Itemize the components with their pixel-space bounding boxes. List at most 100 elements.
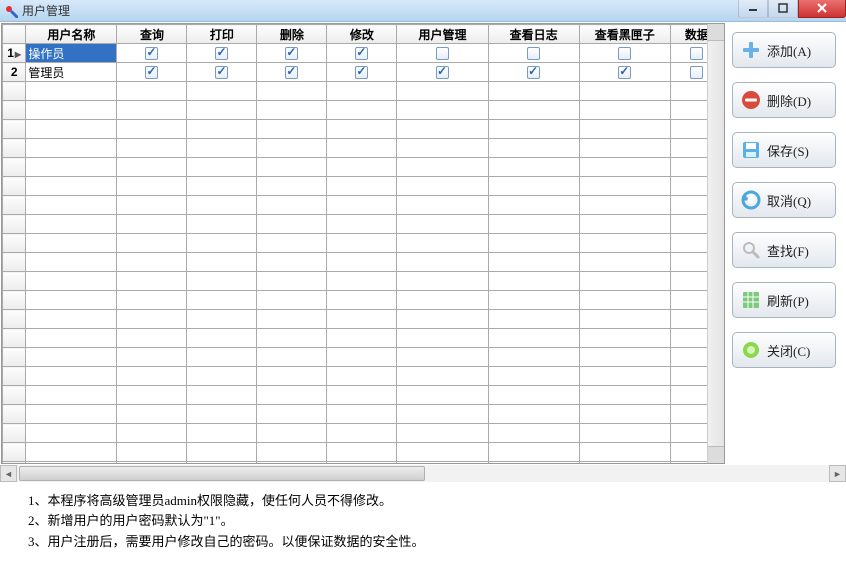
checkbox-icon[interactable]: [285, 66, 298, 79]
cell-check[interactable]: [257, 101, 327, 120]
cell-check[interactable]: [257, 63, 327, 82]
cell-check[interactable]: [488, 329, 579, 348]
table-row[interactable]: [3, 82, 724, 101]
refresh-button[interactable]: 刷新(P): [732, 282, 836, 318]
table-row[interactable]: [3, 462, 724, 463]
cell-username[interactable]: 管理员: [26, 63, 117, 82]
checkbox-icon[interactable]: [355, 66, 368, 79]
table-row[interactable]: [3, 120, 724, 139]
table-row[interactable]: [3, 215, 724, 234]
cell-check[interactable]: [257, 196, 327, 215]
cell-check[interactable]: [579, 215, 670, 234]
cell-check[interactable]: [397, 310, 488, 329]
cell-check[interactable]: [397, 462, 488, 463]
maximize-button[interactable]: [768, 0, 798, 18]
cell-check[interactable]: [397, 120, 488, 139]
cell-username[interactable]: [26, 348, 117, 367]
cell-check[interactable]: [187, 405, 257, 424]
cell-check[interactable]: [397, 196, 488, 215]
table-row[interactable]: 1▶操作员: [3, 44, 724, 63]
cell-check[interactable]: [257, 443, 327, 462]
cell-check[interactable]: [488, 177, 579, 196]
cell-check[interactable]: [579, 272, 670, 291]
table-row[interactable]: [3, 348, 724, 367]
cell-check[interactable]: [117, 386, 187, 405]
table-row[interactable]: [3, 310, 724, 329]
cell-check[interactable]: [187, 291, 257, 310]
col-view-log[interactable]: 查看日志: [488, 25, 579, 44]
cell-check[interactable]: [257, 310, 327, 329]
cell-check[interactable]: [187, 329, 257, 348]
cell-check[interactable]: [579, 177, 670, 196]
cell-username[interactable]: [26, 253, 117, 272]
checkbox-icon[interactable]: [355, 47, 368, 60]
close-window-button[interactable]: [798, 0, 846, 18]
cell-check[interactable]: [187, 139, 257, 158]
checkbox-icon[interactable]: [436, 66, 449, 79]
cell-check[interactable]: [117, 101, 187, 120]
cell-check[interactable]: [397, 443, 488, 462]
cell-check[interactable]: [488, 310, 579, 329]
cell-check[interactable]: [579, 367, 670, 386]
cell-check[interactable]: [579, 82, 670, 101]
vertical-scrollbar[interactable]: [707, 24, 724, 463]
cell-check[interactable]: [579, 329, 670, 348]
cell-check[interactable]: [257, 253, 327, 272]
checkbox-icon[interactable]: [285, 47, 298, 60]
cell-check[interactable]: [257, 234, 327, 253]
cell-check[interactable]: [257, 177, 327, 196]
cell-check[interactable]: [397, 101, 488, 120]
cell-check[interactable]: [397, 63, 488, 82]
cell-check[interactable]: [327, 82, 397, 101]
cell-check[interactable]: [579, 63, 670, 82]
cell-check[interactable]: [117, 177, 187, 196]
cell-check[interactable]: [117, 367, 187, 386]
checkbox-icon[interactable]: [215, 47, 228, 60]
cell-check[interactable]: [187, 44, 257, 63]
cell-check[interactable]: [488, 158, 579, 177]
cell-username[interactable]: [26, 443, 117, 462]
cell-check[interactable]: [117, 44, 187, 63]
cell-check[interactable]: [488, 82, 579, 101]
cell-username[interactable]: [26, 424, 117, 443]
cell-check[interactable]: [327, 367, 397, 386]
cell-username[interactable]: 操作员: [26, 44, 117, 63]
checkbox-icon[interactable]: [215, 66, 228, 79]
cell-check[interactable]: [579, 101, 670, 120]
col-view-blackbox[interactable]: 查看黑匣子: [579, 25, 670, 44]
cell-check[interactable]: [257, 386, 327, 405]
scroll-thumb[interactable]: [19, 466, 425, 481]
cell-check[interactable]: [397, 215, 488, 234]
col-username[interactable]: 用户名称: [26, 25, 117, 44]
cell-username[interactable]: [26, 386, 117, 405]
cell-check[interactable]: [187, 253, 257, 272]
cell-check[interactable]: [397, 424, 488, 443]
cell-check[interactable]: [579, 291, 670, 310]
cell-check[interactable]: [187, 177, 257, 196]
cell-username[interactable]: [26, 158, 117, 177]
cell-check[interactable]: [187, 63, 257, 82]
cell-username[interactable]: [26, 310, 117, 329]
checkbox-icon[interactable]: [527, 47, 540, 60]
close-button[interactable]: 关闭(C): [732, 332, 836, 368]
cell-check[interactable]: [117, 310, 187, 329]
cell-check[interactable]: [187, 462, 257, 463]
cell-check[interactable]: [257, 272, 327, 291]
cell-username[interactable]: [26, 215, 117, 234]
table-row[interactable]: [3, 329, 724, 348]
cell-check[interactable]: [257, 291, 327, 310]
cell-check[interactable]: [488, 443, 579, 462]
cell-check[interactable]: [327, 215, 397, 234]
cell-check[interactable]: [397, 177, 488, 196]
cell-check[interactable]: [117, 63, 187, 82]
scroll-left-arrow[interactable]: ◄: [0, 465, 17, 482]
table-row[interactable]: [3, 386, 724, 405]
cell-check[interactable]: [257, 462, 327, 463]
cell-username[interactable]: [26, 177, 117, 196]
cell-check[interactable]: [117, 424, 187, 443]
col-user-mgmt[interactable]: 用户管理: [397, 25, 488, 44]
cell-check[interactable]: [488, 234, 579, 253]
cell-check[interactable]: [327, 443, 397, 462]
cell-username[interactable]: [26, 120, 117, 139]
cell-check[interactable]: [397, 272, 488, 291]
